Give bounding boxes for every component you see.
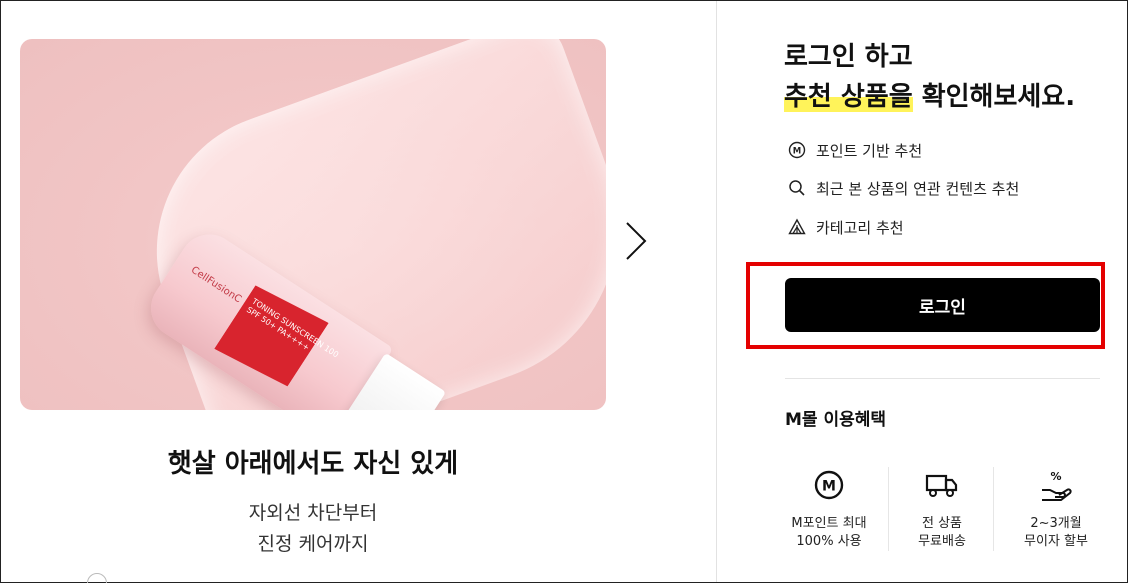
promo-banner-image[interactable]: TONING SUNSCREEN 100 SPF 50+ PA++++ Cell… <box>20 39 606 410</box>
benefit-divider <box>888 467 889 551</box>
search-icon <box>788 179 806 197</box>
section-divider <box>785 378 1100 379</box>
feature-recent-recommend: 최근 본 상품의 연관 컨텐츠 추천 <box>788 177 1019 199</box>
benefit-shipping: 전 상품 무료배송 <box>892 467 992 551</box>
benefits-title: M몰 이용혜택 <box>785 410 887 430</box>
login-prompt-title: 로그인 하고 추천 상품을 확인해보세요. <box>784 37 1075 117</box>
benefit-point: M M포인트 최대 100% 사용 <box>779 467 879 551</box>
triangle-category-icon <box>788 218 806 236</box>
truck-icon <box>892 467 992 503</box>
feature-label: 포인트 기반 추천 <box>816 141 923 160</box>
promo-panel: TONING SUNSCREEN 100 SPF 50+ PA++++ Cell… <box>1 1 715 583</box>
feature-label: 최근 본 상품의 연관 컨텐츠 추천 <box>816 179 1020 198</box>
m-circle-icon: M <box>779 467 879 503</box>
benefit-line-1: M포인트 최대 <box>791 516 867 531</box>
title-line-1: 로그인 하고 <box>784 42 913 72</box>
benefit-line-2: 무이자 할부 <box>1024 534 1088 549</box>
chevron-right-icon <box>626 222 647 260</box>
login-panel: 로그인 하고 추천 상품을 확인해보세요. M 포인트 기반 추천 최근 본 상… <box>717 1 1127 582</box>
banner-subline-1: 자외선 차단부터 <box>248 502 378 524</box>
benefit-line-1: 2~3개월 <box>1030 516 1082 531</box>
slide-indicator[interactable] <box>87 573 107 583</box>
svg-text:M: M <box>822 479 836 495</box>
title-rest: 확인해보세요. <box>912 82 1076 112</box>
m-circle-icon: M <box>788 141 806 159</box>
benefit-label: 전 상품 무료배송 <box>892 515 992 551</box>
svg-text:%: % <box>1050 470 1061 483</box>
benefit-installment: % 2~3개월 무이자 할부 <box>1006 467 1106 551</box>
feature-point-recommend: M 포인트 기반 추천 <box>788 139 922 161</box>
login-button[interactable]: 로그인 <box>785 278 1100 332</box>
benefit-label: M포인트 최대 100% 사용 <box>779 515 879 551</box>
benefit-line-1: 전 상품 <box>921 516 962 531</box>
benefit-label: 2~3개월 무이자 할부 <box>1006 515 1106 551</box>
benefit-line-2: 100% 사용 <box>796 534 862 549</box>
title-line-2: 추천 상품을 확인해보세요. <box>784 77 1075 117</box>
banner-subline-2: 진정 케어까지 <box>257 533 369 555</box>
banner-headline: 햇살 아래에서도 자신 있게 <box>167 449 459 479</box>
feature-label: 카테고리 추천 <box>816 218 904 237</box>
benefit-divider <box>993 467 994 551</box>
svg-text:M: M <box>793 146 801 156</box>
next-slide-button[interactable] <box>621 219 651 263</box>
hand-percent-icon: % <box>1006 467 1106 503</box>
feature-category-recommend: 카테고리 추천 <box>788 216 904 238</box>
benefit-line-2: 무료배송 <box>918 534 966 549</box>
title-highlight: 추천 상품을 <box>784 82 913 112</box>
